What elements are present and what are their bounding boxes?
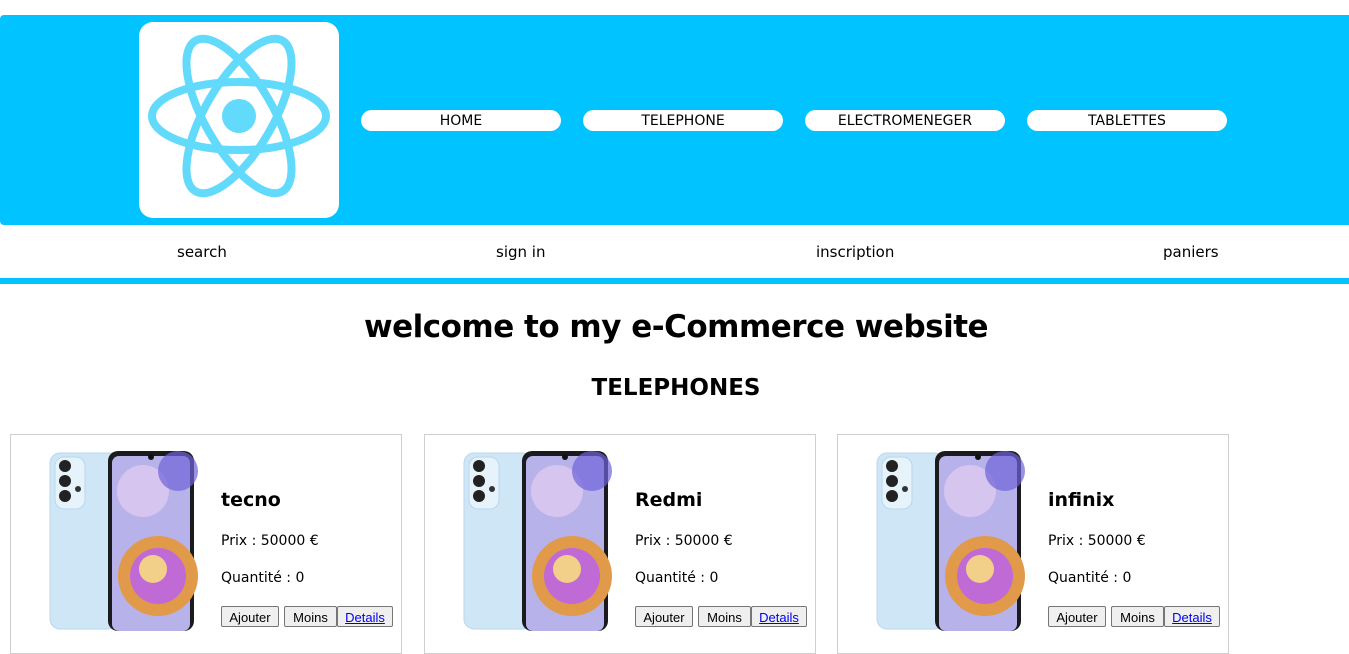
phone-image: [876, 451, 1025, 631]
product-card: Redmi Prix : 50000 € Quantité : 0 Ajoute…: [424, 434, 816, 654]
site-header: HOME TELEPHONE ELECTROMENEGER TABLETTES: [0, 15, 1349, 225]
section-title: TELEPHONES: [591, 375, 761, 401]
less-button[interactable]: Moins: [1111, 606, 1164, 627]
product-price: Prix : 50000 €: [635, 533, 733, 549]
details-button[interactable]: Details: [1164, 606, 1220, 627]
less-button[interactable]: Moins: [284, 606, 337, 627]
page-title: welcome to my e-Commerce website: [363, 309, 989, 345]
product-card: tecno Prix : 50000 € Quantité : 0 Ajoute…: [10, 434, 402, 654]
product-name: Redmi: [635, 489, 703, 511]
secondary-nav: search sign in inscription paniers: [0, 226, 1349, 278]
sign-in-link[interactable]: sign in: [496, 243, 545, 261]
paniers-link[interactable]: paniers: [1163, 243, 1219, 261]
details-button[interactable]: Details: [751, 606, 807, 627]
add-button[interactable]: Ajouter: [1048, 606, 1106, 627]
react-logo[interactable]: [139, 22, 339, 218]
product-quantity: Quantité : 0: [1048, 570, 1132, 586]
inscription-link[interactable]: inscription: [816, 243, 894, 261]
product-name: tecno: [221, 489, 281, 511]
phone-image: [463, 451, 612, 631]
add-button[interactable]: Ajouter: [221, 606, 279, 627]
nav-electromeneger-button[interactable]: ELECTROMENEGER: [805, 110, 1005, 131]
less-button[interactable]: Moins: [698, 606, 751, 627]
product-quantity: Quantité : 0: [635, 570, 719, 586]
nav-tablettes-button[interactable]: TABLETTES: [1027, 110, 1227, 131]
header-divider: [0, 278, 1349, 284]
search-link[interactable]: search: [177, 243, 227, 261]
product-price: Prix : 50000 €: [1048, 533, 1146, 549]
nav-home-button[interactable]: HOME: [361, 110, 561, 131]
details-button[interactable]: Details: [337, 606, 393, 627]
product-card: infinix Prix : 50000 € Quantité : 0 Ajou…: [837, 434, 1229, 654]
product-price: Prix : 50000 €: [221, 533, 319, 549]
react-atom-icon: [148, 34, 330, 198]
nav-telephone-button[interactable]: TELEPHONE: [583, 110, 783, 131]
add-button[interactable]: Ajouter: [635, 606, 693, 627]
product-name: infinix: [1048, 489, 1115, 511]
phone-image: [49, 451, 198, 631]
product-quantity: Quantité : 0: [221, 570, 305, 586]
